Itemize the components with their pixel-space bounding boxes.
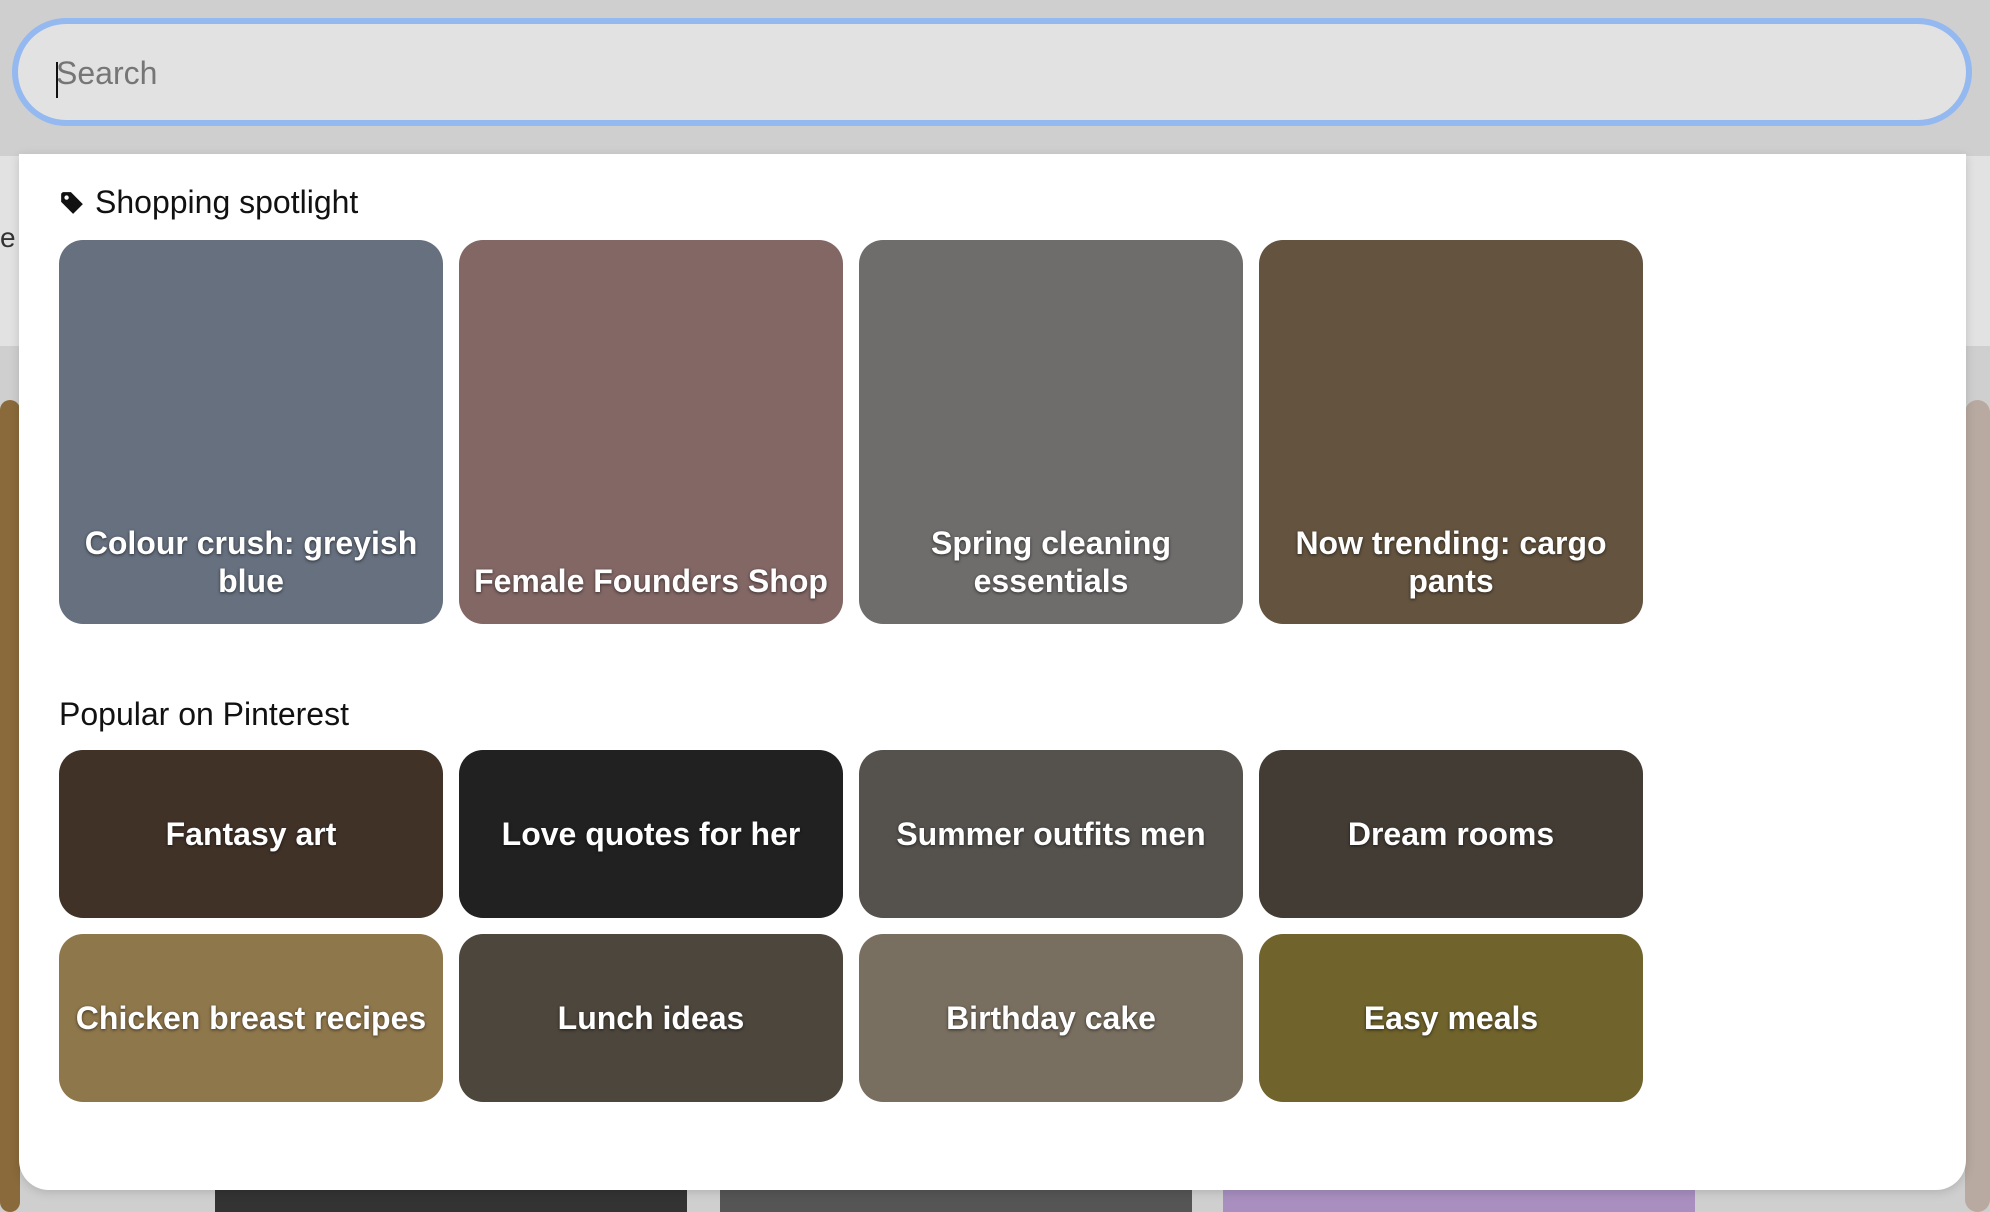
card-label: Birthday cake <box>946 1000 1156 1036</box>
card-label: Now trending: cargo pants <box>1295 525 1607 599</box>
background-text-left: e <box>0 222 16 253</box>
card-label: Summer outfits men <box>896 816 1206 852</box>
card-label: Love quotes for her <box>501 816 801 852</box>
popular-card[interactable]: Summer outfits men <box>859 750 1243 918</box>
background-pin <box>0 400 20 1212</box>
text-caret <box>56 62 58 98</box>
popular-card[interactable]: Birthday cake <box>859 934 1243 1102</box>
card-label: Lunch ideas <box>557 1000 745 1036</box>
section-title: Popular on Pinterest <box>59 696 349 732</box>
shopping-card[interactable]: Spring cleaning essentials <box>859 240 1243 624</box>
search-suggestions-panel: Shopping spotlight Colour crush: greyish… <box>19 154 1966 1190</box>
card-label: Easy meals <box>1363 1000 1539 1036</box>
popular-card[interactable]: Dream rooms <box>1259 750 1643 918</box>
shopping-card[interactable]: Colour crush: greyish blue <box>59 240 443 624</box>
card-label: Chicken breast recipes <box>75 1000 427 1036</box>
background-pin <box>1965 400 1990 1212</box>
popular-card[interactable]: Love quotes for her <box>459 750 843 918</box>
card-label: Female Founders Shop <box>474 563 828 599</box>
shopping-card[interactable]: Now trending: cargo pants <box>1259 240 1643 624</box>
search-input[interactable] <box>54 42 1918 104</box>
section-title: Shopping spotlight <box>95 184 359 220</box>
popular-card[interactable]: Lunch ideas <box>459 934 843 1102</box>
search-bar[interactable] <box>12 18 1972 126</box>
shopping-card[interactable]: Female Founders Shop <box>459 240 843 624</box>
card-label: Fantasy art <box>165 816 337 852</box>
card-label: Spring cleaning essentials <box>930 525 1172 599</box>
tag-icon <box>61 191 83 214</box>
popular-card[interactable]: Easy meals <box>1259 934 1643 1102</box>
popular-card[interactable]: Chicken breast recipes <box>59 934 443 1102</box>
popular-on-pinterest-heading: Popular on Pinterest <box>59 696 349 733</box>
shopping-spotlight-heading: Shopping spotlight <box>59 184 358 221</box>
card-label: Colour crush: greyish blue <box>84 525 418 599</box>
card-label: Dream rooms <box>1347 816 1555 852</box>
popular-card[interactable]: Fantasy art <box>59 750 443 918</box>
